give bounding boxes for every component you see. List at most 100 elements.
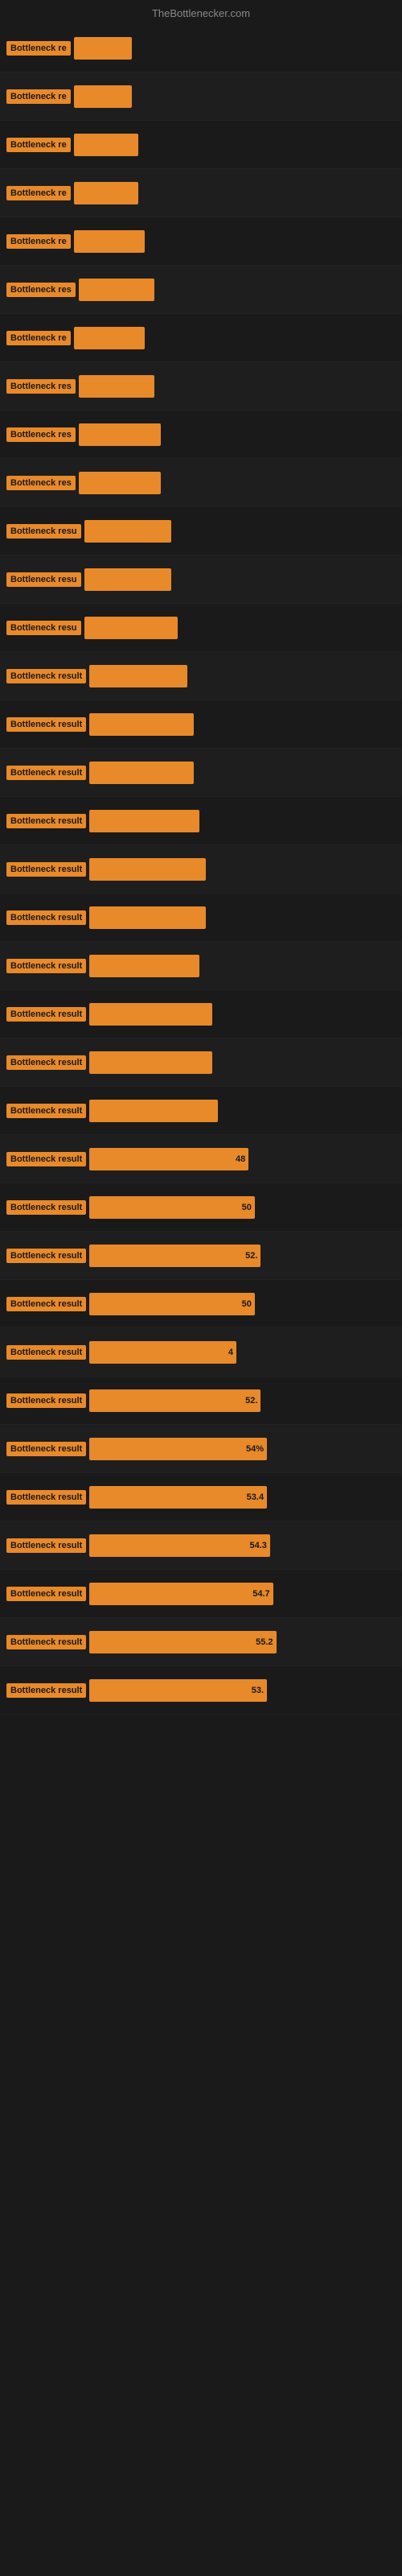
bar-container xyxy=(84,568,396,591)
bar-container xyxy=(89,1100,396,1122)
row-label: Bottleneck result xyxy=(6,1007,86,1022)
page-header: TheBottlenecker.com xyxy=(0,0,402,24)
bar xyxy=(79,279,155,301)
row-label: Bottleneck result xyxy=(6,1490,86,1505)
bar-container xyxy=(89,1003,396,1026)
row-label: Bottleneck result xyxy=(6,1297,86,1311)
bar-container xyxy=(74,37,396,60)
bar: 54.3 xyxy=(89,1534,270,1557)
bar-value: 52. xyxy=(245,1251,257,1261)
list-item: Bottleneck result xyxy=(0,700,402,749)
row-label: Bottleneck result xyxy=(6,1538,86,1553)
bar xyxy=(74,182,138,204)
bar xyxy=(89,858,206,881)
bar-container: 53.4 xyxy=(89,1486,396,1509)
bar-container xyxy=(89,665,396,687)
bar-container xyxy=(79,423,396,446)
bar-value: 55.2 xyxy=(256,1637,273,1647)
bar xyxy=(89,1100,218,1122)
list-item: Bottleneck result 54.3 xyxy=(0,1521,402,1570)
list-item: Bottleneck resu xyxy=(0,604,402,652)
list-item: Bottleneck res xyxy=(0,266,402,314)
list-item: Bottleneck re xyxy=(0,169,402,217)
bar: 53.4 xyxy=(89,1486,267,1509)
row-label: Bottleneck result xyxy=(6,1635,86,1649)
row-label: Bottleneck res xyxy=(6,283,76,297)
row-label: Bottleneck re xyxy=(6,234,71,249)
row-label: Bottleneck result xyxy=(6,814,86,828)
bar: 53. xyxy=(89,1679,267,1702)
bar xyxy=(89,762,193,784)
bar-container xyxy=(89,906,396,929)
bar xyxy=(89,955,199,977)
bar-container xyxy=(74,182,396,204)
row-label: Bottleneck res xyxy=(6,476,76,490)
bar-value: 50 xyxy=(242,1299,252,1309)
bar-container: 50 xyxy=(89,1196,396,1219)
row-label: Bottleneck result xyxy=(6,1442,86,1456)
row-label: Bottleneck resu xyxy=(6,572,81,587)
bar xyxy=(89,1003,211,1026)
list-item: Bottleneck result xyxy=(0,990,402,1038)
list-item: Bottleneck result xyxy=(0,1087,402,1135)
list-item: Bottleneck res xyxy=(0,411,402,459)
row-label: Bottleneck result xyxy=(6,910,86,925)
bar-container xyxy=(79,472,396,494)
row-label: Bottleneck resu xyxy=(6,524,81,539)
list-item: Bottleneck re xyxy=(0,314,402,362)
bar-container: 54.7 xyxy=(89,1583,396,1605)
row-label: Bottleneck result xyxy=(6,1055,86,1070)
row-label: Bottleneck result xyxy=(6,1345,86,1360)
row-label: Bottleneck re xyxy=(6,186,71,200)
bar-container xyxy=(89,1051,396,1074)
list-item: Bottleneck result50 xyxy=(0,1183,402,1232)
list-item: Bottleneck re xyxy=(0,217,402,266)
bar-container: 52. xyxy=(89,1389,396,1412)
list-item: Bottleneck result xyxy=(0,1038,402,1087)
bar-value: 53. xyxy=(252,1686,264,1695)
bar: 54% xyxy=(89,1438,267,1460)
list-item: Bottleneck re xyxy=(0,24,402,72)
bar-container: 48 xyxy=(89,1148,396,1170)
bar xyxy=(79,472,161,494)
bar xyxy=(89,906,206,929)
row-label: Bottleneck result xyxy=(6,669,86,683)
bar xyxy=(84,568,171,591)
bar-value: 53.4 xyxy=(247,1492,264,1502)
list-item: Bottleneck result xyxy=(0,942,402,990)
list-item: Bottleneck result4 xyxy=(0,1328,402,1377)
list-item: Bottleneck result48 xyxy=(0,1135,402,1183)
row-label: Bottleneck res xyxy=(6,427,76,442)
list-item: Bottleneck result xyxy=(0,749,402,797)
bar-container xyxy=(89,810,396,832)
bar-value: 54.3 xyxy=(249,1541,266,1550)
bar: 48 xyxy=(89,1148,248,1170)
bar-container xyxy=(89,955,396,977)
row-label: Bottleneck result xyxy=(6,1393,86,1408)
bar-container xyxy=(79,279,396,301)
row-label: Bottleneck re xyxy=(6,331,71,345)
row-label: Bottleneck result xyxy=(6,862,86,877)
bar xyxy=(89,713,193,736)
row-label: Bottleneck res xyxy=(6,379,76,394)
list-item: Bottleneck result52. xyxy=(0,1377,402,1425)
bar-container xyxy=(74,230,396,253)
bar xyxy=(74,85,132,108)
bar: 52. xyxy=(89,1245,260,1267)
bar xyxy=(89,1051,211,1074)
bar xyxy=(74,230,145,253)
bar-container: 53. xyxy=(89,1679,396,1702)
list-item: Bottleneck result xyxy=(0,652,402,700)
list-item: Bottleneck re xyxy=(0,72,402,121)
bar-value: 48 xyxy=(236,1154,245,1164)
list-item: Bottleneck result54% xyxy=(0,1425,402,1473)
row-label: Bottleneck resu xyxy=(6,621,81,635)
bar-container: 52. xyxy=(89,1245,396,1267)
bar: 52. xyxy=(89,1389,260,1412)
bar: 54.7 xyxy=(89,1583,273,1605)
bar-value: 54.7 xyxy=(252,1589,269,1599)
list-item: Bottleneck result 53.4 xyxy=(0,1473,402,1521)
bar-container: 50 xyxy=(89,1293,396,1315)
bar-container: 4 xyxy=(89,1341,396,1364)
row-label: Bottleneck result xyxy=(6,959,86,973)
